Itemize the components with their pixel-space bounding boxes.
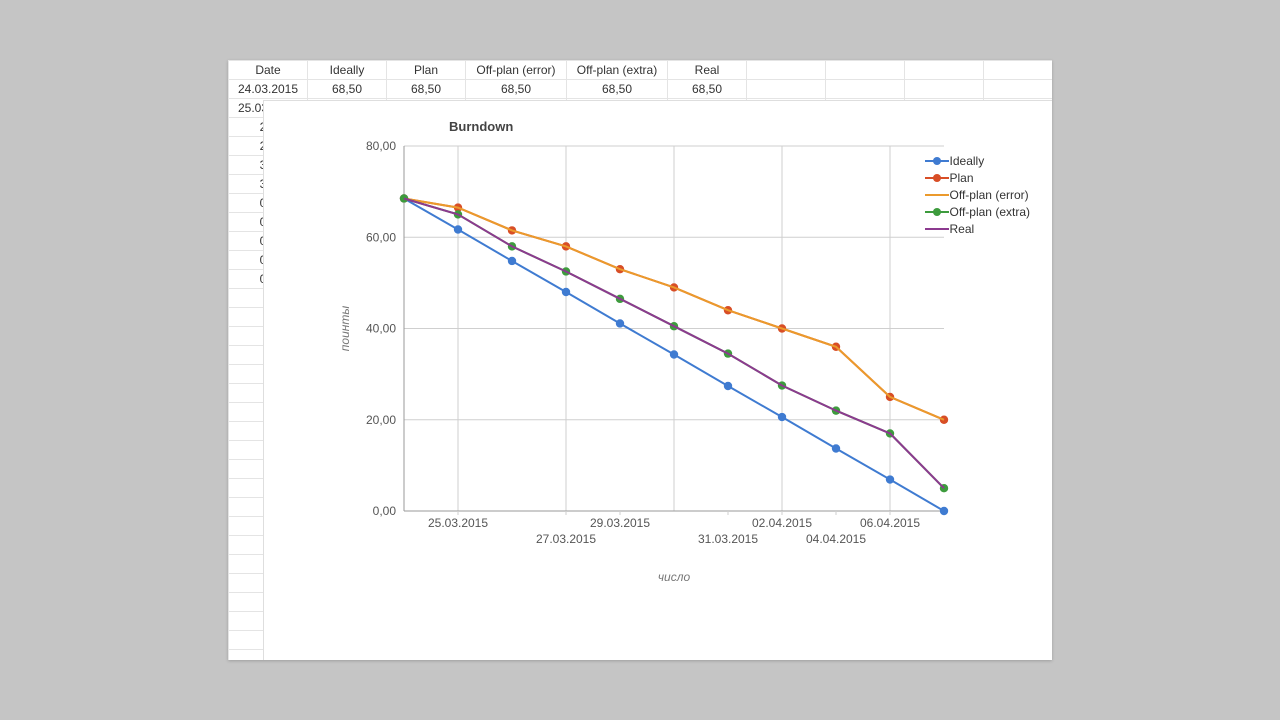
chart-plot: 0,00 20,00 40,00 60,00 80,00 25.03.2015 29.03.… — [324, 131, 1014, 631]
table-cell[interactable] — [984, 80, 1053, 99]
chart-embedded[interactable]: Burndown 0,0020,0040,0060,0080,0025.03.2… — [263, 100, 1052, 660]
svg-text:02.04.2015: 02.04.2015 — [752, 516, 812, 530]
svg-text:число: число — [658, 570, 691, 584]
legend-swatch — [924, 172, 950, 184]
table-header-cell[interactable] — [747, 61, 826, 80]
legend-label: Plan — [950, 171, 974, 185]
table-cell[interactable] — [826, 80, 905, 99]
table-cell[interactable] — [747, 80, 826, 99]
legend-swatch — [924, 155, 950, 167]
svg-text:40,00: 40,00 — [366, 322, 396, 336]
table-cell[interactable] — [905, 80, 984, 99]
legend-label: Off-plan (error) — [950, 188, 1029, 202]
table-cell[interactable]: 68,50 — [668, 80, 747, 99]
svg-text:04.04.2015: 04.04.2015 — [806, 532, 866, 546]
svg-text:20,00: 20,00 — [366, 413, 396, 427]
legend-swatch — [924, 189, 950, 201]
svg-text:80,00: 80,00 — [366, 139, 396, 153]
svg-text:29.03.2015: 29.03.2015 — [590, 516, 650, 530]
legend-item[interactable]: Plan — [924, 171, 1030, 185]
table-cell[interactable]: 68,50 — [308, 80, 387, 99]
table-header-cell[interactable]: Plan — [387, 61, 466, 80]
table-header-cell[interactable] — [826, 61, 905, 80]
table-header-cell[interactable] — [984, 61, 1053, 80]
table-cell[interactable]: 68,50 — [466, 80, 567, 99]
table-header-cell[interactable]: Date — [229, 61, 308, 80]
legend-item[interactable]: Ideally — [924, 154, 1030, 168]
legend-item[interactable]: Off-plan (error) — [924, 188, 1030, 202]
svg-text:06.04.2015: 06.04.2015 — [860, 516, 920, 530]
legend-label: Real — [950, 222, 975, 236]
spreadsheet-sheet: DateIdeallyPlanOff-plan (error)Off-plan … — [228, 60, 1052, 660]
table-header-cell[interactable]: Off-plan (extra) — [567, 61, 668, 80]
legend-label: Ideally — [950, 154, 985, 168]
table-cell[interactable]: 68,50 — [567, 80, 668, 99]
table-cell[interactable]: 68,50 — [387, 80, 466, 99]
legend-item[interactable]: Off-plan (extra) — [924, 205, 1030, 219]
table-header-cell[interactable] — [905, 61, 984, 80]
svg-text:0,00: 0,00 — [373, 504, 397, 518]
chart-legend: Ideally Plan Off-plan (error) Off-plan (… — [924, 151, 1030, 239]
svg-text:25.03.2015: 25.03.2015 — [428, 516, 488, 530]
legend-swatch — [924, 223, 950, 235]
table-header-cell[interactable]: Off-plan (error) — [466, 61, 567, 80]
svg-text:31.03.2015: 31.03.2015 — [698, 532, 758, 546]
table-header-cell[interactable]: Real — [668, 61, 747, 80]
table-header-cell[interactable]: Ideally — [308, 61, 387, 80]
legend-swatch — [924, 206, 950, 218]
stage: DateIdeallyPlanOff-plan (error)Off-plan … — [0, 0, 1280, 720]
svg-text:60,00: 60,00 — [366, 230, 396, 244]
svg-text:поинты: поинты — [338, 306, 352, 352]
svg-text:27.03.2015: 27.03.2015 — [536, 532, 596, 546]
legend-item[interactable]: Real — [924, 222, 1030, 236]
table-cell[interactable]: 24.03.2015 — [229, 80, 308, 99]
legend-label: Off-plan (extra) — [950, 205, 1030, 219]
